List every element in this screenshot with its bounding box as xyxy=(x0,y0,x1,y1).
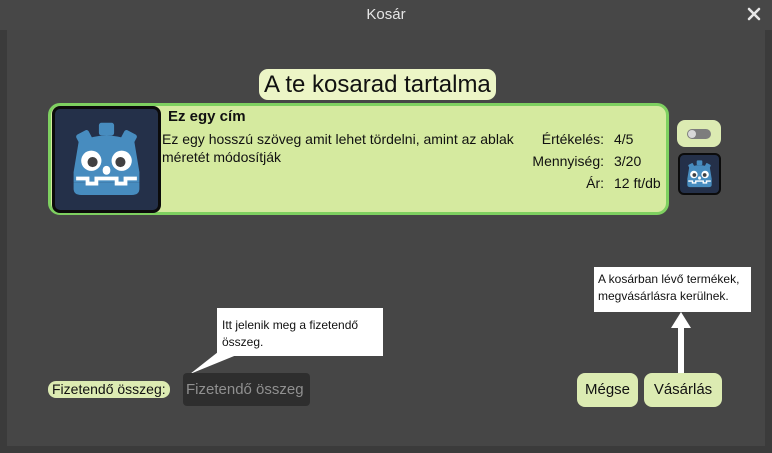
item-toggle-switch[interactable] xyxy=(677,120,721,147)
title-bar: Kosár xyxy=(0,0,772,30)
tooltip-pointer xyxy=(190,352,244,374)
item-title: Ez egy cím xyxy=(168,108,246,125)
total-amount-label: Fizetendő összeg: xyxy=(48,381,170,398)
window-title: Kosár xyxy=(366,6,406,23)
page-title: A te kosarad tartalma xyxy=(259,69,496,100)
rating-value: 4/5 xyxy=(614,131,634,147)
rating-label: Értékelés: xyxy=(541,131,604,147)
godot-robot-icon xyxy=(73,122,140,195)
quantity-value: 3/20 xyxy=(614,153,642,169)
item-description: Ez egy hosszú szöveg amit lehet tördelni… xyxy=(162,131,514,165)
close-icon[interactable] xyxy=(746,6,762,22)
toggle-knob xyxy=(688,130,696,138)
arrow-up-icon xyxy=(671,312,691,374)
cancel-button[interactable]: Mégse xyxy=(577,373,638,407)
purchase-tooltip: A kosárban lévő termékek, megvásárlásra … xyxy=(594,267,751,312)
product-image xyxy=(52,106,161,213)
item-icon-button[interactable] xyxy=(678,153,721,195)
price-value: 12 ft/db xyxy=(614,175,661,191)
quantity-label: Mennyiség: xyxy=(532,153,604,169)
total-amount-field[interactable]: Fizetendő összeg xyxy=(183,373,310,406)
purchase-button[interactable]: Vásárlás xyxy=(644,373,722,407)
price-label: Ár: xyxy=(586,175,604,191)
amount-tooltip: Itt jelenik meg a fizetendő összeg. xyxy=(217,308,383,356)
godot-robot-icon xyxy=(687,160,712,188)
